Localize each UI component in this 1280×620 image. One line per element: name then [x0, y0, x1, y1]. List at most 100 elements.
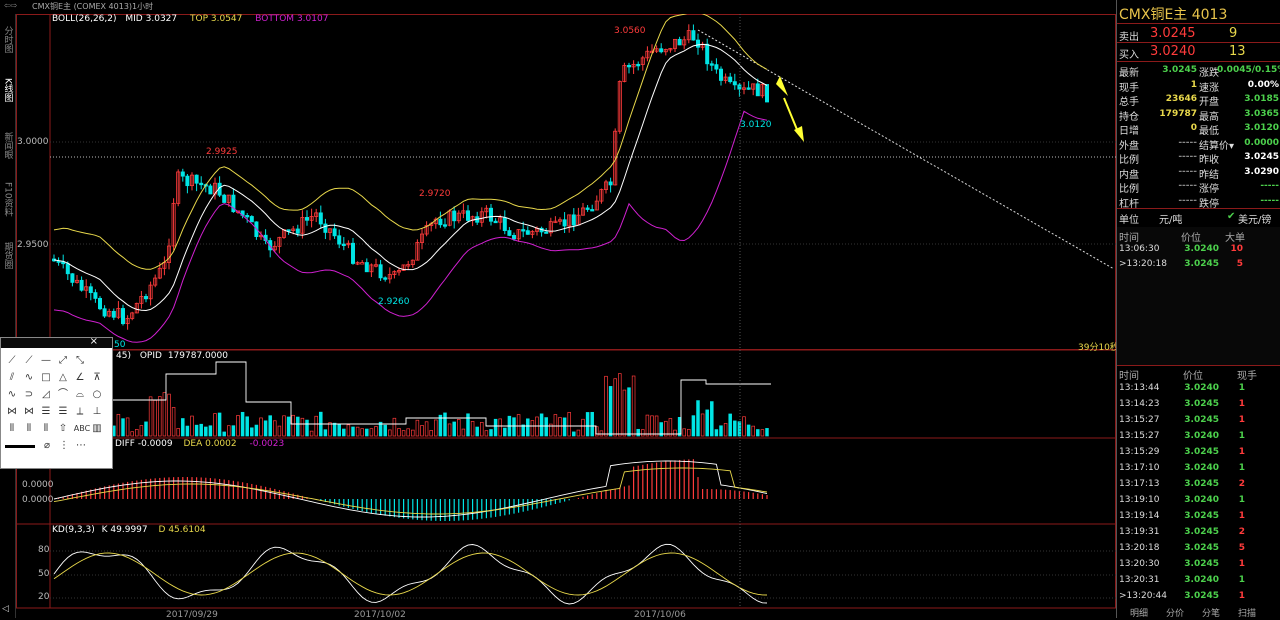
drawing-tool-icon[interactable]: ⤢: [56, 354, 70, 368]
drawing-tool-icon[interactable]: ABC: [73, 422, 91, 436]
drawing-tool-icon[interactable]: △: [56, 371, 70, 385]
drawing-tool-icon[interactable]: ⫽: [5, 371, 19, 385]
tab-intraday[interactable]: 分时图: [1, 26, 14, 56]
drawing-tool-icon[interactable]: ∿: [22, 371, 36, 385]
scroll-icon[interactable]: ◁: [2, 604, 9, 614]
drawing-tool-icon[interactable]: ⟋: [22, 354, 36, 368]
drawing-tool-icon[interactable]: ☰: [56, 405, 70, 419]
tick-qty: 5: [1238, 543, 1245, 553]
drawing-tool-icon[interactable]: ⊼: [90, 371, 104, 385]
menu-icon[interactable]: ⇦⇨: [4, 1, 17, 10]
drawing-tool-icon[interactable]: —: [39, 354, 53, 368]
tick-row[interactable]: >13:20:44 3.0245 1: [1117, 589, 1280, 605]
close-icon[interactable]: ×: [90, 336, 98, 347]
big-order-row[interactable]: 13:06:30 3.0240 10: [1117, 243, 1280, 258]
big-order-row[interactable]: >13:20:18 3.0245 5: [1117, 258, 1280, 273]
volume-bar: [415, 419, 420, 437]
drawing-tool-icon[interactable]: ⋈: [5, 405, 19, 419]
drawing-tool-icon[interactable]: ☰: [39, 405, 53, 419]
drawing-tool-icon[interactable]: ⌀: [40, 439, 54, 453]
tick-row[interactable]: 13:17:10 3.0240 1: [1117, 461, 1280, 477]
quote-value: -----: [1178, 152, 1197, 162]
candle-body: [737, 84, 742, 90]
tick-row[interactable]: 13:13:44 3.0240 1: [1117, 381, 1280, 397]
volume-bar: [733, 420, 737, 437]
tab-news[interactable]: 新闻眼: [1, 132, 14, 162]
tab-price-split[interactable]: 分价: [1166, 606, 1184, 619]
candle-body: [691, 30, 696, 41]
volume-bar: [222, 431, 226, 437]
tab-futures-circle[interactable]: 期货圈: [1, 242, 14, 272]
drawing-tool-icon[interactable]: ∿: [5, 388, 19, 402]
tick-row[interactable]: 13:20:31 3.0240 1: [1117, 573, 1280, 589]
tick-row[interactable]: 13:15:29 3.0245 1: [1117, 445, 1280, 461]
volume-bar: [751, 425, 755, 437]
drawing-tool-icon[interactable]: [5, 445, 35, 448]
tick-time: 13:19:10: [1119, 495, 1160, 505]
drawing-tool-icon[interactable]: ⤡: [73, 354, 87, 368]
buy-qty: 13: [1229, 44, 1246, 59]
volume-bar: [397, 428, 401, 437]
drawing-tool-icon[interactable]: ⌒: [56, 388, 70, 402]
big-header-qty: 大单: [1225, 233, 1245, 244]
drawing-tool-icon[interactable]: ⇧: [56, 422, 70, 436]
tab-scan[interactable]: 扫描: [1238, 606, 1256, 619]
drawing-tool-icon[interactable]: ◿: [39, 388, 53, 402]
drawing-tool-icon[interactable]: ⋮: [57, 439, 71, 453]
drawing-tool-icon[interactable]: ⟋: [5, 354, 19, 368]
volume-bar: [314, 415, 318, 437]
currency-option[interactable]: 美元/镑: [1238, 211, 1271, 226]
volume-bar: [742, 416, 746, 437]
dea-label: DEA: [183, 439, 203, 449]
candle-body: [337, 235, 342, 245]
volume-bar: [401, 430, 406, 437]
tick-time: 13:15:27: [1119, 415, 1160, 425]
tick-row[interactable]: 13:20:30 3.0245 1: [1117, 557, 1280, 573]
candle-body: [222, 194, 227, 203]
drawing-tool-icon[interactable]: ⦀: [39, 422, 53, 436]
volume-bar: [369, 428, 374, 437]
drawing-tool-icon[interactable]: ⟂: [73, 405, 87, 419]
drawing-tool-icon[interactable]: □: [39, 371, 53, 385]
tab-ticks[interactable]: 分笔: [1202, 606, 1220, 619]
drawing-tool-icon[interactable]: ⋯: [74, 439, 88, 453]
drawing-tool-icon[interactable]: ⋈: [22, 405, 36, 419]
quote-row: 外盘 ----- 结算价▾ 0.0000: [1117, 136, 1280, 152]
tick-row[interactable]: 13:19:31 3.0245 2: [1117, 525, 1280, 541]
tick-row[interactable]: 13:20:18 3.0245 5: [1117, 541, 1280, 557]
volume-bar: [650, 415, 654, 437]
volume-bar: [641, 429, 645, 437]
tick-price: 3.0240: [1184, 431, 1219, 441]
quote-value: -----: [1178, 166, 1197, 177]
candle-body: [452, 210, 457, 222]
candle-body: [544, 231, 549, 234]
drawing-tool-icon[interactable]: ▥: [90, 422, 104, 436]
tick-row[interactable]: 13:17:13 3.0245 2: [1117, 477, 1280, 493]
drawing-tool-icon[interactable]: ⊃: [22, 388, 36, 402]
tick-row[interactable]: 13:19:14 3.0245 1: [1117, 509, 1280, 525]
drawing-tool-icon[interactable]: ⦀: [5, 422, 19, 436]
tick-row[interactable]: 13:15:27 3.0240 1: [1117, 429, 1280, 445]
drawing-tool-icon[interactable]: ⌓: [73, 388, 87, 402]
candle-body: [360, 262, 365, 265]
candle-body: [627, 64, 632, 68]
buy-row[interactable]: 买入 3.0240 13: [1117, 44, 1280, 61]
tab-f10[interactable]: F10资料: [1, 182, 14, 220]
drawing-toolbox[interactable]: × ⟋ ⟋ — ⤢ ⤡ ⫽ ∿ □ △ ∠ ⊼ ∿ ⊃ ◿ ⌒ ⌓ ○ ⋈ ⋈ ☰ ☰ ⟂ ⊥ ⦀ ⦀ ⦀ ⇧ ABC ▥ ⌀ ⋮ ⋯: [0, 336, 113, 469]
tick-row[interactable]: 13:19:10 3.0240 1: [1117, 493, 1280, 509]
tab-detail[interactable]: 明细: [1130, 606, 1148, 619]
volume-bar: [443, 412, 447, 437]
drawing-tool-icon[interactable]: ∠: [73, 371, 87, 385]
tab-kline[interactable]: K线图: [1, 78, 14, 105]
volume-bar: [374, 426, 378, 437]
drawing-tool-icon[interactable]: ⦀: [22, 422, 36, 436]
chart-area[interactable]: BOLL(26,26,2) MID 3.0327 TOP 3.0547 BOTT…: [2, 14, 1119, 620]
boll-bottom-label: BOTTOM: [255, 14, 295, 24]
tick-row[interactable]: 13:15:27 3.0245 1: [1117, 413, 1280, 429]
tick-row[interactable]: 13:14:23 3.0245 1: [1117, 397, 1280, 413]
drawing-tool-icon[interactable]: ○: [90, 388, 104, 402]
drawing-tool-icon[interactable]: ⊥: [90, 405, 104, 419]
sell-row[interactable]: 卖出 3.0245 9: [1117, 26, 1280, 43]
currency-check-icon[interactable]: ✔: [1227, 211, 1235, 222]
toolbox-header[interactable]: ×: [1, 336, 112, 348]
